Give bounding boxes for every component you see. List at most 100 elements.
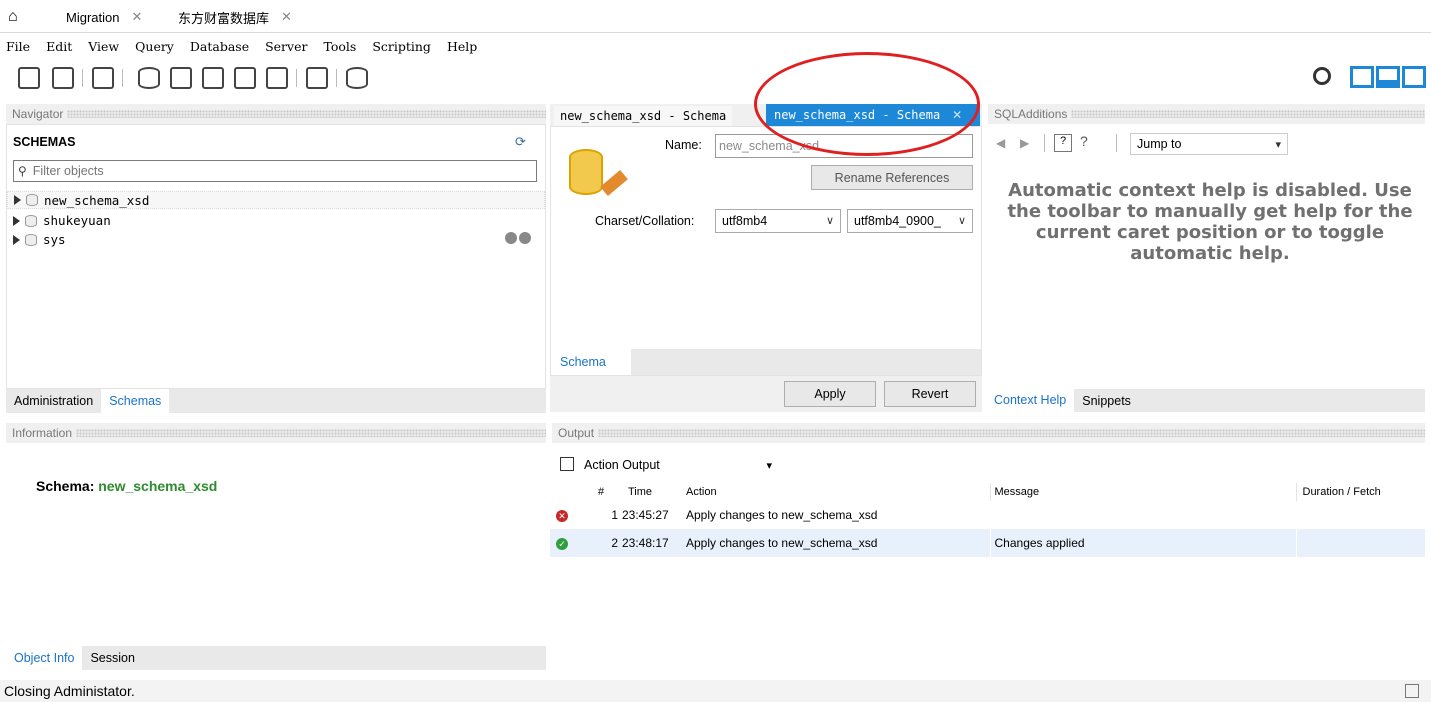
- toolbar-separator: [122, 69, 123, 87]
- editor-tab-1[interactable]: new_schema_xsd - Schema: [554, 106, 733, 126]
- close-icon[interactable]: ✕: [131, 9, 142, 25]
- create-procedure-icon[interactable]: [234, 67, 256, 89]
- header-dots: [598, 429, 1425, 437]
- charset-select[interactable]: utf8mb4 ∨: [715, 209, 841, 233]
- toggle-sidebar-icon[interactable]: [1350, 66, 1374, 88]
- tab-session[interactable]: Session: [82, 651, 142, 665]
- back-icon[interactable]: ◀: [996, 136, 1005, 150]
- menu-tools[interactable]: Tools: [323, 39, 356, 54]
- menu-file[interactable]: File: [6, 39, 30, 54]
- tree-item-label: shukeyuan: [43, 213, 111, 228]
- menu-scripting[interactable]: Scripting: [372, 39, 431, 54]
- toolbar-separator: [1116, 134, 1117, 152]
- menu-query[interactable]: Query: [135, 39, 174, 54]
- filter-input[interactable]: [32, 164, 513, 178]
- editor-tab-label: new_schema_xsd - Schema: [774, 108, 941, 122]
- menu-view[interactable]: View: [88, 39, 119, 54]
- name-label: Name:: [665, 138, 702, 152]
- expand-triangle-icon[interactable]: [13, 215, 20, 226]
- info-icon[interactable]: [505, 232, 517, 244]
- output-type-select[interactable]: Action Output ▾: [584, 454, 772, 476]
- schema-info: Schema: new_schema_xsd: [36, 478, 217, 494]
- row-action: Apply changes to new_schema_xsd: [686, 508, 878, 522]
- create-table-icon[interactable]: [170, 67, 192, 89]
- filter-field[interactable]: ⚲: [13, 160, 537, 182]
- row-number: 2: [611, 536, 618, 550]
- rename-references-button[interactable]: Rename References: [811, 165, 973, 190]
- settings-icon[interactable]: [1313, 67, 1331, 85]
- schema-name-input[interactable]: new_schema_xsd: [715, 134, 973, 158]
- toolbar-separator: [336, 69, 337, 87]
- menu-server[interactable]: Server: [265, 39, 307, 54]
- copy-icon[interactable]: [560, 457, 574, 471]
- refresh-icon[interactable]: ⟳: [515, 134, 526, 150]
- editor-tab-bar: new_schema_xsd - Schema new_schema_xsd -…: [550, 104, 982, 126]
- toggle-secondary-sidebar-icon[interactable]: [1402, 66, 1426, 88]
- revert-button[interactable]: Revert: [884, 381, 976, 407]
- tree-item-sys[interactable]: sys: [13, 232, 66, 247]
- tab-object-info[interactable]: Object Info: [6, 646, 83, 670]
- create-view-icon[interactable]: [202, 67, 224, 89]
- new-sql-tab-icon[interactable]: [18, 67, 40, 89]
- column-header: #: [597, 486, 605, 498]
- search-table-data-icon[interactable]: [306, 67, 328, 89]
- close-icon[interactable]: ✕: [281, 9, 292, 25]
- context-help-text: Automatic context help is disabled. Use …: [1007, 180, 1413, 264]
- output-type-label: Action Output: [584, 458, 660, 472]
- tree-item-shukeyuan[interactable]: shukeyuan: [13, 213, 111, 228]
- table-row[interactable]: ✓ 2 23:48:17 Apply changes to new_schema…: [550, 529, 1425, 557]
- menu-edit[interactable]: Edit: [46, 39, 72, 54]
- chevron-down-icon: ▾: [766, 459, 772, 472]
- row-message: [990, 501, 1296, 529]
- wrench-icon[interactable]: [519, 232, 531, 244]
- toggle-output-icon[interactable]: [1376, 66, 1400, 88]
- tree-item-new-schema-xsd[interactable]: new_schema_xsd: [7, 191, 545, 209]
- collation-select[interactable]: utf8mb4_0900_ ∨: [847, 209, 973, 233]
- forward-icon[interactable]: ▶: [1020, 136, 1029, 150]
- information-panel: Schema: new_schema_xsd: [6, 443, 546, 646]
- auto-help-icon[interactable]: ?: [1080, 133, 1088, 149]
- toolbar-separator: [296, 69, 297, 87]
- jump-to-select[interactable]: Jump to ▾: [1130, 133, 1288, 155]
- chevron-down-icon: ∨: [957, 215, 966, 227]
- navigator-header: Navigator: [6, 104, 546, 124]
- charset-label: Charset/Collation:: [595, 214, 695, 228]
- sqladditions-tabs: Context Help Snippets: [986, 389, 1425, 412]
- tab-context-help[interactable]: Context Help: [986, 389, 1075, 412]
- manual-help-icon[interactable]: ?: [1054, 134, 1072, 152]
- row-duration: [1296, 501, 1425, 529]
- reconnect-icon[interactable]: [346, 67, 368, 89]
- row-action: Apply changes to new_schema_xsd: [686, 536, 878, 550]
- open-sql-script-icon[interactable]: [52, 67, 74, 89]
- tab-migration[interactable]: Migration ✕: [66, 6, 142, 28]
- header-dots: [1071, 110, 1425, 118]
- expand-triangle-icon[interactable]: [14, 195, 21, 205]
- tab-schemas[interactable]: Schemas: [101, 389, 170, 413]
- create-schema-icon[interactable]: [138, 67, 160, 89]
- tab-administration[interactable]: Administration: [6, 394, 101, 408]
- tab-snippets[interactable]: Snippets: [1074, 394, 1139, 408]
- tab-schema[interactable]: Schema: [551, 349, 631, 375]
- toolbar-separator: [82, 69, 83, 87]
- information-header: Information: [6, 423, 546, 443]
- create-function-icon[interactable]: [266, 67, 288, 89]
- tab-database[interactable]: 东方财富数据库 ✕: [178, 6, 292, 28]
- top-tab-bar: ⌂ Migration ✕ 东方财富数据库 ✕: [0, 0, 1431, 33]
- toolbar-separator: [1044, 134, 1045, 152]
- table-header-row: # Time Action Message Duration / Fetch: [550, 483, 1425, 501]
- apply-button[interactable]: Apply: [784, 381, 876, 407]
- toolbar: [0, 59, 1431, 99]
- row-number: 1: [611, 508, 618, 522]
- home-icon[interactable]: ⌂: [8, 6, 18, 28]
- close-icon[interactable]: ✕: [952, 108, 962, 122]
- editor-tab-2[interactable]: new_schema_xsd - Schema ✕: [766, 104, 980, 126]
- inspector-icon[interactable]: [92, 67, 114, 89]
- error-icon: ✕: [556, 510, 568, 522]
- table-row[interactable]: ✕ 1 23:45:27 Apply changes to new_schema…: [550, 501, 1425, 529]
- expand-triangle-icon[interactable]: [13, 234, 20, 245]
- header-dots: [67, 110, 546, 118]
- output-panel: Action Output ▾ # Time Action Message Dur…: [550, 443, 1425, 670]
- menu-help[interactable]: Help: [447, 39, 477, 54]
- menu-database[interactable]: Database: [190, 39, 249, 54]
- output-toggle-icon[interactable]: [1405, 684, 1419, 698]
